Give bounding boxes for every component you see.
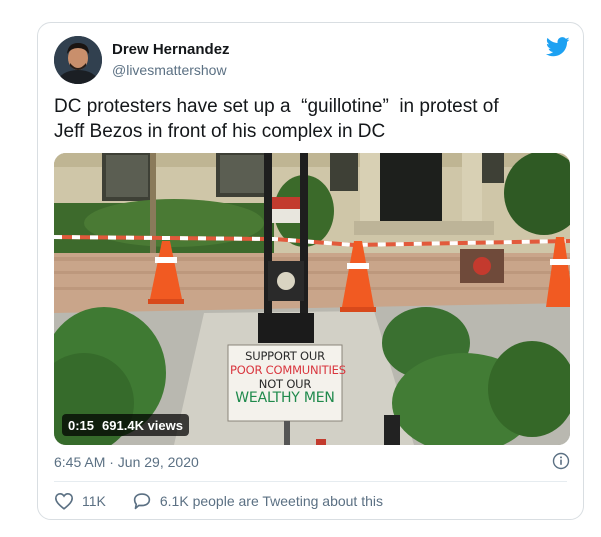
tweet-text: DC protesters have set up a “guillotine”… [54,96,499,142]
twitter-bird-icon[interactable] [546,36,570,58]
video-info-badge: 0:15 691.4K views [62,414,189,436]
protest-sign-line: POOR COMMUNITIES [230,363,346,377]
protest-sign: SUPPORT OUR POOR COMMUNITIES NOT OUR WEA… [230,349,346,406]
speech-bubble-icon [133,493,151,510]
protest-sign-line: WEALTHY MEN [235,390,335,406]
protest-sign-line: NOT OUR [258,377,312,391]
avatar-image [54,36,102,84]
heart-icon [54,492,74,510]
video-player[interactable]: SUPPORT OUR POOR COMMUNITIES NOT OUR WEA… [54,153,570,445]
author-name[interactable]: Drew Hernandez [112,41,230,58]
tweet-timestamp[interactable]: 6:45 AM · Jun 29, 2020 [54,454,199,470]
like-button[interactable]: 11K [54,492,106,510]
conversation-link[interactable]: 6.1K people are Tweeting about this [132,492,383,510]
author-handle[interactable]: @livesmattershow [112,62,227,78]
divider [54,481,567,482]
protest-sign-line: SUPPORT OUR [245,349,325,363]
video-views: 691.4K views [102,417,183,433]
video-duration: 0:15 [68,417,95,433]
conversation-text: 6.1K people are Tweeting about this [159,493,383,509]
info-icon[interactable] [552,452,570,470]
tweet-card[interactable]: Drew Hernandez @livesmattershow DC prote… [37,22,584,520]
like-count: 11K [82,493,106,509]
avatar[interactable] [54,36,102,84]
tweet-actions: 11K 6.1K people are Tweeting about this [54,490,383,512]
